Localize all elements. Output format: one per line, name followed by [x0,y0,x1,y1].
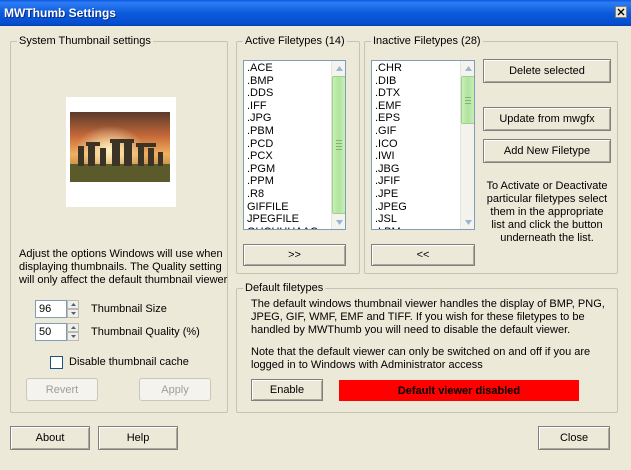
thumbnail-size-field[interactable] [35,300,67,318]
list-item[interactable]: .EMF [375,100,471,113]
active-filetypes-group: Active Filetypes (14) .ACE .BMP .DDS .IFF .J… [236,35,360,274]
activate-button[interactable]: << [371,244,475,266]
list-item[interactable]: .JSL [375,213,471,226]
list-item[interactable]: .CHR [375,62,471,75]
list-item[interactable]: .JBG [375,163,471,176]
close-icon [617,8,625,16]
list-item[interactable]: .BMP [247,75,342,88]
close-window-button[interactable] [615,6,627,18]
active-list-scrollbar[interactable] [331,61,345,229]
window-title: MWThumb Settings [4,6,116,20]
list-item[interactable]: .PGM [247,163,342,176]
default-viewer-status: Default viewer disabled [339,380,579,401]
inactive-filetypes-list[interactable]: .CHR .DIB .DTX .EMF .EPS .GIF .ICO .IWI .JBG .JFI… [371,60,475,230]
scroll-up-button[interactable] [332,61,345,75]
thumbnail-quality-spinner[interactable] [67,323,79,341]
default-filetypes-group: Default filetypes The default windows th… [236,282,618,413]
spin-down-button[interactable] [67,309,79,318]
scroll-up-button[interactable] [461,61,474,75]
system-description: Adjust the options Windows will use when… [19,248,228,286]
thumbnail-quality-label: Thumbnail Quality (%) [91,326,200,338]
deactivate-button[interactable]: >> [243,244,346,266]
list-item[interactable]: .ICO [375,138,471,151]
disable-cache-checkbox[interactable] [50,356,63,369]
list-item[interactable]: .PCX [247,150,342,163]
arrow-down-icon [70,335,76,338]
arrow-down-icon [335,219,343,225]
list-item[interactable]: .JPEG [375,201,471,214]
thumbnail-size-spinner[interactable] [67,300,79,318]
group-title-active: Active Filetypes (14) [243,35,347,48]
list-item[interactable]: .IWI [375,150,471,163]
arrow-down-icon [70,312,76,315]
scroll-down-button[interactable] [332,215,345,229]
revert-button[interactable]: Revert [26,378,98,401]
about-button[interactable]: About [10,426,90,450]
arrow-up-icon [70,326,76,329]
thumbnail-size-input[interactable] [36,301,66,317]
spin-down-button[interactable] [67,332,79,341]
list-item[interactable]: .R8 [247,188,342,201]
arrow-down-icon [464,219,472,225]
list-item[interactable]: .DTX [375,87,471,100]
arrow-up-icon [335,65,343,71]
list-item[interactable]: .JFIF [375,175,471,188]
list-item[interactable]: .PBM [247,125,342,138]
close-button[interactable]: Close [538,426,610,450]
spin-up-button[interactable] [67,300,79,309]
apply-button[interactable]: Apply [139,378,211,401]
list-item[interactable]: .JPG [247,112,342,125]
list-item[interactable]: .IFF [247,100,342,113]
thumbnail-preview [66,97,176,207]
thumbnail-quality-input[interactable] [36,324,66,340]
disable-cache-label: Disable thumbnail cache [69,356,189,368]
list-item[interactable]: .DDS [247,87,342,100]
group-title-default: Default filetypes [243,282,326,295]
thumbnail-size-label: Thumbnail Size [91,303,167,315]
group-title-system: System Thumbnail settings [17,35,153,48]
list-item[interactable]: .PCD [247,138,342,151]
administrator-note: Note that the default viewer can only be… [251,346,591,371]
stonehenge-thumbnail-image [70,112,170,182]
title-bar: MWThumb Settings [0,0,631,26]
active-filetypes-list[interactable]: .ACE .BMP .DDS .IFF .JPG .PBM .PCD .PCX .PGM .PPM… [243,60,346,230]
list-item[interactable]: .EPS [375,112,471,125]
group-title-inactive: Inactive Filetypes (28) [371,35,483,48]
delete-selected-button[interactable]: Delete selected [483,59,611,83]
list-item[interactable]: OUCHHHAAC [247,226,342,229]
scroll-down-button[interactable] [461,215,474,229]
arrow-up-icon [70,303,76,306]
inactive-list-scrollbar[interactable] [460,61,474,229]
list-item[interactable]: JPEGFILE [247,213,342,226]
enable-default-viewer-button[interactable]: Enable [251,379,323,401]
inactive-filetypes-group: Inactive Filetypes (28) .CHR .DIB .DTX .EMF… [364,35,618,274]
list-item[interactable]: GIFFILE [247,201,342,214]
list-item[interactable]: .LBM [375,226,471,229]
thumbnail-quality-field[interactable] [35,323,67,341]
spin-up-button[interactable] [67,323,79,332]
add-new-filetype-button[interactable]: Add New Filetype [483,139,611,163]
list-item[interactable]: .ACE [247,62,342,75]
activation-help-text: To Activate or Deactivate particular fil… [486,180,608,244]
list-item[interactable]: .JPE [375,188,471,201]
list-item[interactable]: .GIF [375,125,471,138]
arrow-up-icon [464,65,472,71]
list-item[interactable]: .PPM [247,175,342,188]
help-button[interactable]: Help [98,426,178,450]
scroll-thumb[interactable] [461,76,474,124]
update-from-mwgfx-button[interactable]: Update from mwgfx [483,107,611,131]
scroll-thumb[interactable] [332,76,345,214]
list-item[interactable]: .DIB [375,75,471,88]
default-viewer-description: The default windows thumbnail viewer han… [251,298,605,336]
system-thumbnail-group: System Thumbnail settings Adjust the opt… [10,35,228,413]
